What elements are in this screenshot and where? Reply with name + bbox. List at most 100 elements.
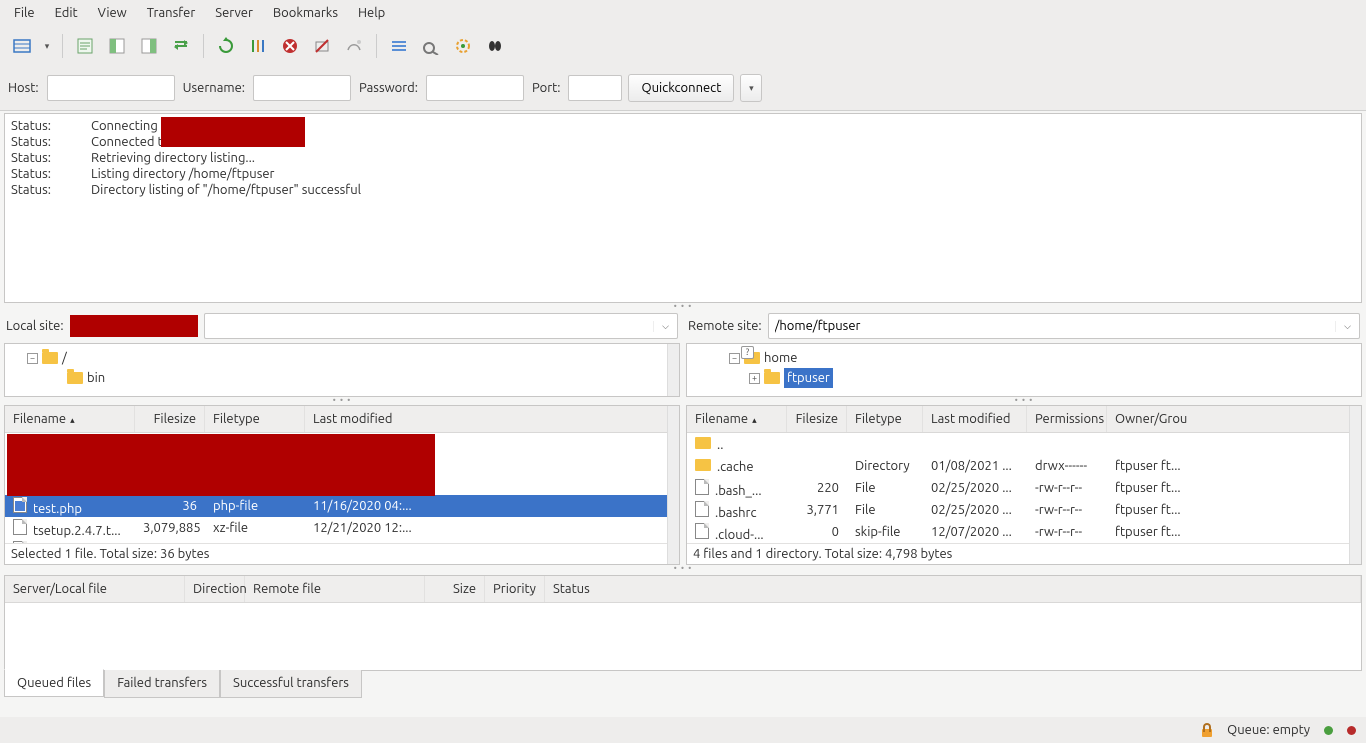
tab-successful-transfers[interactable]: Successful transfers (220, 670, 362, 698)
remote-path-combo[interactable]: ⌵ (768, 313, 1360, 339)
toggle-local-tree-button[interactable] (103, 32, 131, 60)
reconnect-button[interactable] (340, 32, 368, 60)
column-filename[interactable]: Filename▴ (687, 406, 787, 432)
local-tree[interactable]: − / bin (4, 343, 680, 397)
tree-node-label[interactable]: ftpuser (784, 368, 833, 388)
file-row[interactable]: .. (687, 433, 1361, 455)
column-filename[interactable]: Filename▴ (5, 406, 135, 432)
menu-transfer[interactable]: Transfer (137, 2, 206, 24)
column-remote-file[interactable]: Remote file (245, 576, 425, 602)
expand-icon[interactable]: + (749, 373, 760, 384)
transfer-queue[interactable]: Server/Local file Direction Remote file … (4, 575, 1362, 671)
host-input[interactable] (47, 75, 175, 101)
chevron-down-icon[interactable]: ⌵ (1335, 321, 1359, 332)
column-modified[interactable]: Last modified (923, 406, 1027, 432)
file-icon (695, 479, 709, 495)
tree-node-label[interactable]: / (62, 348, 67, 368)
sync-browse-button[interactable] (449, 32, 477, 60)
column-status[interactable]: Status (545, 576, 1361, 602)
find-button[interactable] (481, 32, 509, 60)
folder-icon (695, 437, 711, 449)
status-bar: Queue: empty (0, 717, 1366, 743)
column-filesize[interactable]: Filesize (135, 406, 205, 432)
remote-tree[interactable]: − home + ftpuser (686, 343, 1362, 397)
menu-bookmarks[interactable]: Bookmarks (263, 2, 348, 24)
tree-node-label[interactable]: home (764, 348, 797, 368)
file-icon (13, 497, 27, 513)
column-filetype[interactable]: Filetype (205, 406, 305, 432)
column-direction[interactable]: Direction (185, 576, 245, 602)
file-row[interactable]: .cache Directory01/08/2021 ...drwx------… (687, 455, 1361, 477)
remote-file-list[interactable]: Filename▴ Filesize Filetype Last modifie… (686, 405, 1362, 565)
menu-edit[interactable]: Edit (45, 2, 88, 24)
column-filetype[interactable]: Filetype (847, 406, 923, 432)
scrollbar[interactable] (667, 406, 679, 564)
file-icon (13, 519, 27, 535)
refresh-button[interactable] (212, 32, 240, 60)
message-log[interactable]: Status:Connecting to Status:Connected to… (4, 113, 1362, 303)
process-queue-button[interactable] (244, 32, 272, 60)
sort-asc-icon: ▴ (748, 415, 757, 425)
scrollbar[interactable] (667, 344, 679, 396)
collapse-icon[interactable]: − (729, 353, 740, 364)
local-path-input[interactable] (205, 314, 653, 338)
menu-file[interactable]: File (4, 2, 45, 24)
site-manager-button[interactable] (8, 32, 36, 60)
toggle-log-button[interactable] (71, 32, 99, 60)
cancel-button[interactable] (276, 32, 304, 60)
password-input[interactable] (426, 75, 524, 101)
column-filesize[interactable]: Filesize (787, 406, 847, 432)
local-file-list[interactable]: Filename▴ Filesize Filetype Last modifie… (4, 405, 680, 565)
column-modified[interactable]: Last modified (305, 406, 679, 432)
remote-status-text: 4 files and 1 directory. Total size: 4,7… (687, 543, 1361, 564)
log-message: Directory listing of "/home/ftpuser" suc… (91, 182, 361, 198)
column-priority[interactable]: Priority (485, 576, 545, 602)
queue-tabs: Queued files Failed transfers Successful… (0, 670, 1366, 698)
chevron-down-icon[interactable]: ⌵ (653, 321, 677, 332)
username-input[interactable] (253, 75, 351, 101)
tab-failed-transfers[interactable]: Failed transfers (104, 670, 220, 698)
port-input[interactable] (568, 75, 622, 101)
menu-help[interactable]: Help (348, 2, 395, 24)
file-row[interactable]: .bashrc 3,771File02/25/2020 ...-rw-r--r-… (687, 499, 1361, 521)
splitter-handle[interactable]: • • • (0, 565, 1366, 571)
menu-server[interactable]: Server (205, 2, 263, 24)
column-size[interactable]: Size (425, 576, 485, 602)
local-path-combo[interactable]: ⌵ (204, 313, 678, 339)
menu-view[interactable]: View (88, 2, 137, 24)
file-row[interactable]: tsetup.2.4.7.t... 3,079,885 xz-file 12/2… (5, 517, 679, 539)
folder-icon (764, 372, 780, 384)
remote-pane: Remote site: ⌵ −home +ftpuser • • • File… (686, 309, 1362, 565)
file-row[interactable]: test.php 36 php-file 11/16/2020 04:... (5, 495, 679, 517)
site-manager-dropdown[interactable]: ▾ (40, 41, 54, 52)
file-icon (13, 541, 27, 544)
local-site-label: Local site: (6, 319, 64, 333)
redacted-area (161, 117, 305, 147)
splitter-handle[interactable]: • • • (4, 397, 680, 403)
log-label: Status: (11, 118, 61, 134)
column-permissions[interactable]: Permissions (1027, 406, 1107, 432)
collapse-icon[interactable]: − (27, 353, 38, 364)
redacted-area (7, 434, 435, 496)
lock-icon[interactable] (1201, 723, 1213, 737)
log-label: Status: (11, 182, 61, 198)
folder-unknown-icon (744, 352, 760, 364)
filter-button[interactable] (385, 32, 413, 60)
column-owner[interactable]: Owner/Grou (1107, 406, 1361, 432)
directory-compare-button[interactable] (417, 32, 445, 60)
scrollbar[interactable] (1349, 406, 1361, 564)
toggle-queue-button[interactable] (167, 32, 195, 60)
disconnect-button[interactable] (308, 32, 336, 60)
file-row[interactable]: .bash_... 220File02/25/2020 ...-rw-r--r-… (687, 477, 1361, 499)
local-pane: Local site: ⌵ − / bin • • • Filename▴ Fil… (4, 309, 680, 565)
splitter-handle[interactable]: • • • (686, 397, 1362, 403)
file-row[interactable]: .cloud-... 0skip-file12/07/2020 ...-rw-r… (687, 521, 1361, 543)
tab-queued-files[interactable]: Queued files (4, 669, 104, 697)
quickconnect-dropdown[interactable]: ▾ (740, 74, 762, 102)
column-server-local[interactable]: Server/Local file (5, 576, 185, 602)
tree-node-label[interactable]: bin (87, 368, 105, 388)
remote-path-input[interactable] (769, 314, 1335, 338)
username-label: Username: (181, 81, 247, 95)
quickconnect-button[interactable]: Quickconnect (628, 74, 734, 102)
toggle-remote-tree-button[interactable] (135, 32, 163, 60)
